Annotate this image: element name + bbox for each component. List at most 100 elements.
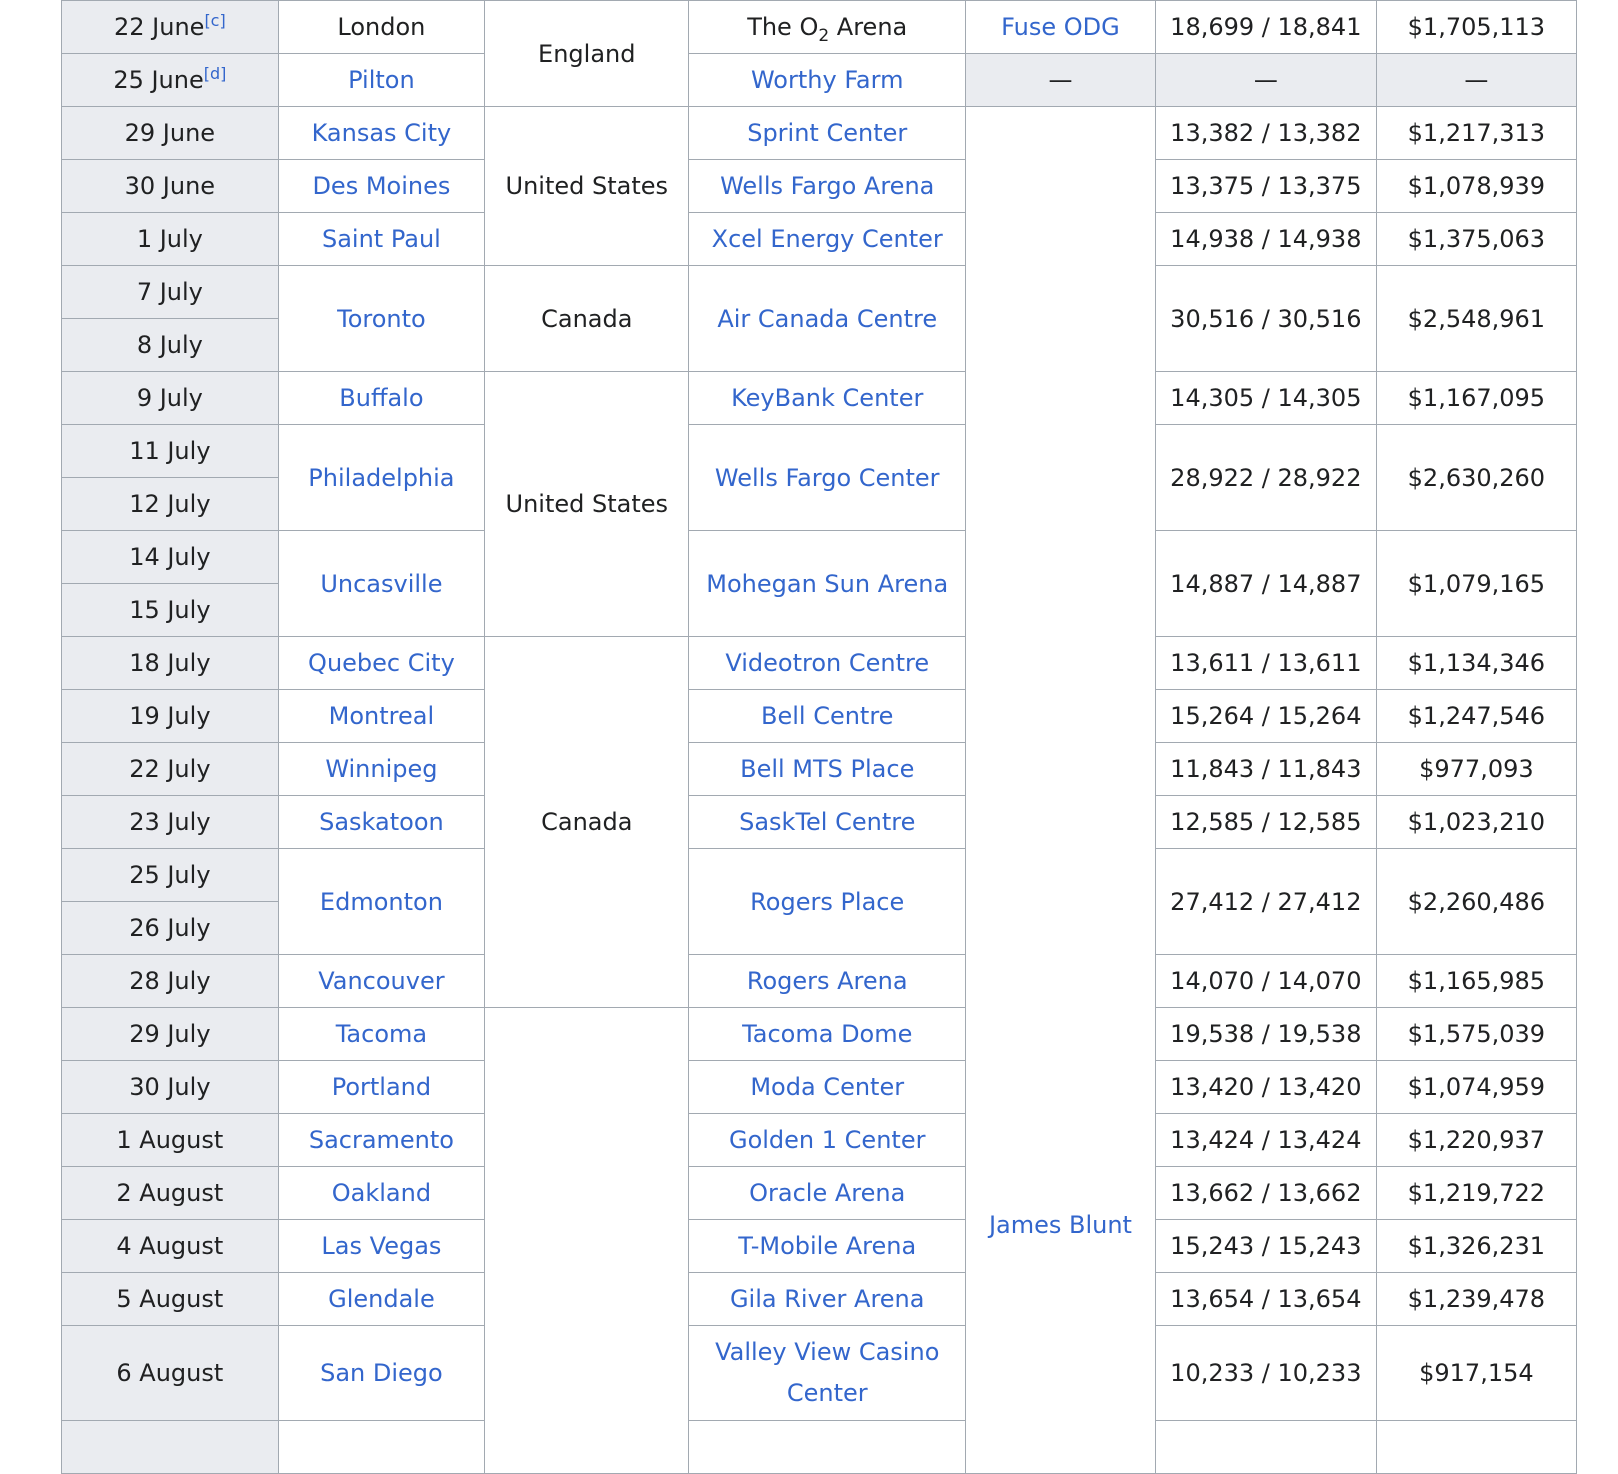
city-link[interactable]: Vancouver — [318, 967, 444, 995]
table-row — [61, 1420, 1578, 1474]
venue-cell: Mohegan Sun Arena — [688, 530, 967, 637]
venue-link[interactable]: Wells Fargo Arena — [720, 172, 934, 200]
revenue-cell: $1,326,231 — [1375, 1219, 1578, 1273]
country-cell — [484, 1007, 690, 1474]
venue-link[interactable]: Rogers Place — [750, 888, 904, 916]
venue-link[interactable]: SaskTel Centre — [739, 808, 915, 836]
footnote-link[interactable]: [c] — [204, 11, 225, 30]
city-link[interactable]: Kansas City — [312, 119, 452, 147]
date-cell: 1 August — [61, 1113, 279, 1167]
attendance-cell: 19,538 / 19,538 — [1154, 1007, 1377, 1061]
venue-link[interactable]: T-Mobile Arena — [738, 1232, 916, 1260]
city-link[interactable]: Quebec City — [308, 649, 455, 677]
attendance-cell: 13,375 / 13,375 — [1154, 159, 1377, 213]
revenue-cell: $2,630,260 — [1375, 424, 1578, 531]
revenue-cell: $1,079,165 — [1375, 530, 1578, 637]
venue-link[interactable]: Sprint Center — [747, 119, 907, 147]
city-cell: Sacramento — [277, 1113, 486, 1167]
venue-link[interactable]: Mohegan Sun Arena — [706, 570, 948, 598]
tour-dates-table: 22 June[c] London England The O2 Arena F… — [61, 0, 1578, 1474]
venue-link[interactable]: Moda Center — [750, 1073, 904, 1101]
venue-link[interactable]: Golden 1 Center — [729, 1126, 925, 1154]
city-link[interactable]: Oakland — [332, 1179, 431, 1207]
venue-link[interactable]: Tacoma Dome — [742, 1020, 912, 1048]
venue-cell: Tacoma Dome — [688, 1007, 967, 1061]
venue-link[interactable]: Rogers Arena — [747, 967, 908, 995]
date-cell: 29 July — [61, 1007, 279, 1061]
revenue-cell: $2,260,486 — [1375, 848, 1578, 955]
date-cell: 29 June — [61, 106, 279, 160]
table-row: 22 June[c] London England The O2 Arena F… — [61, 0, 1578, 107]
city-link[interactable]: Saint Paul — [322, 225, 441, 253]
venue-link[interactable]: Air Canada Centre — [717, 305, 937, 333]
city-link[interactable]: Toronto — [337, 305, 426, 333]
city-link[interactable]: Winnipeg — [325, 755, 437, 783]
city-link[interactable]: Montreal — [329, 702, 435, 730]
revenue-cell: $977,093 — [1375, 742, 1578, 796]
city-link[interactable]: Uncasville — [320, 570, 442, 598]
date-cell: 28 July — [61, 954, 279, 1008]
city-link[interactable]: Des Moines — [312, 172, 450, 200]
venue-link[interactable]: Wells Fargo Center — [715, 464, 940, 492]
venue-cell: Xcel Energy Center — [688, 212, 967, 266]
revenue-cell: $1,375,063 — [1375, 212, 1578, 266]
attendance-cell: 13,662 / 13,662 — [1154, 1166, 1377, 1220]
table-row: 25 June[d] Pilton Worthy Farm — — — — [61, 53, 1578, 107]
city-cell: Toronto — [277, 265, 486, 372]
venue-cell: Bell MTS Place — [688, 742, 967, 796]
table-row: 1 August Sacramento Golden 1 Center 13,4… — [61, 1113, 1578, 1167]
table-row: 14 July Uncasville Mohegan Sun Arena 14,… — [61, 530, 1578, 637]
city-link[interactable]: Tacoma — [336, 1020, 427, 1048]
table-row: 25 July Edmonton Rogers Place 27,412 / 2… — [61, 848, 1578, 955]
city-link[interactable]: Pilton — [348, 66, 415, 94]
venue-link[interactable]: Videotron Centre — [725, 649, 929, 677]
venue-cell: Rogers Arena — [688, 954, 967, 1008]
city-link[interactable]: Saskatoon — [319, 808, 444, 836]
table-row: 30 June Des Moines Wells Fargo Arena 13,… — [61, 159, 1578, 213]
table-row: 4 August Las Vegas T-Mobile Arena 15,243… — [61, 1219, 1578, 1273]
table-row: 11 July Philadelphia Wells Fargo Center … — [61, 424, 1578, 531]
city-cell: Las Vegas — [277, 1219, 486, 1273]
city-link[interactable]: Glendale — [328, 1285, 435, 1313]
date-cell: 19 July — [61, 689, 279, 743]
opener-cell: — — [965, 53, 1156, 107]
venue-link[interactable]: Valley View Casino Center — [715, 1338, 939, 1407]
venue-cell: Rogers Place — [688, 848, 967, 955]
city-link[interactable]: Edmonton — [320, 888, 443, 916]
city-link[interactable]: Sacramento — [309, 1126, 454, 1154]
footnote-link[interactable]: [d] — [204, 64, 227, 83]
venue-link[interactable]: Oracle Arena — [749, 1179, 905, 1207]
city-cell: Buffalo — [277, 371, 486, 425]
opener-link[interactable]: Fuse ODG — [1001, 13, 1120, 41]
city-link[interactable]: Philadelphia — [308, 464, 454, 492]
city-cell: Pilton — [277, 53, 486, 107]
venue-cell: Golden 1 Center — [688, 1113, 967, 1167]
city-link[interactable]: San Diego — [320, 1359, 443, 1387]
revenue-cell — [1375, 1420, 1578, 1474]
attendance-cell: 13,611 / 13,611 — [1154, 636, 1377, 690]
venue-link[interactable]: Worthy Farm — [751, 66, 903, 94]
city-link[interactable]: Las Vegas — [321, 1232, 441, 1260]
city-link[interactable]: Buffalo — [339, 384, 423, 412]
venue-cell: Bell Centre — [688, 689, 967, 743]
table-row: 30 July Portland Moda Center 13,420 / 13… — [61, 1060, 1578, 1114]
venue-cell: Oracle Arena — [688, 1166, 967, 1220]
date-cell: 9 July — [61, 371, 279, 425]
city-cell: Des Moines — [277, 159, 486, 213]
date-cell: 25 July — [61, 848, 279, 902]
venue-link[interactable]: Bell Centre — [761, 702, 893, 730]
date-cell: 5 August — [61, 1272, 279, 1326]
opener-cell: Fuse ODG — [965, 0, 1156, 54]
venue-link[interactable]: KeyBank Center — [731, 384, 923, 412]
date-cell — [61, 1420, 279, 1474]
city-link[interactable]: Portland — [332, 1073, 431, 1101]
attendance-cell — [1154, 1420, 1377, 1474]
venue-link[interactable]: Bell MTS Place — [740, 755, 914, 783]
city-cell: Glendale — [277, 1272, 486, 1326]
opener-link[interactable]: James Blunt — [989, 1211, 1132, 1239]
city-cell: London — [277, 0, 486, 54]
venue-link[interactable]: Gila River Arena — [730, 1285, 925, 1313]
venue-link[interactable]: Xcel Energy Center — [712, 225, 943, 253]
attendance-cell: 27,412 / 27,412 — [1154, 848, 1377, 955]
city-cell: Portland — [277, 1060, 486, 1114]
